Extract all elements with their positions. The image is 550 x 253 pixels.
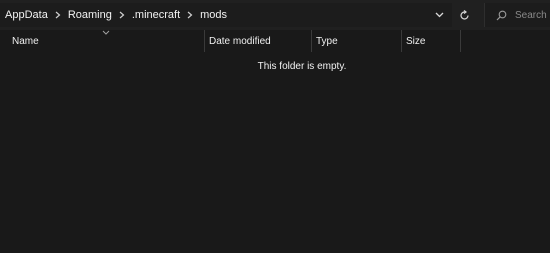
breadcrumb-minecraft[interactable]: .minecraft xyxy=(129,9,183,21)
breadcrumb-mods[interactable]: mods xyxy=(197,9,230,21)
column-header-name[interactable]: Name xyxy=(8,30,202,52)
column-header-size[interactable]: Size xyxy=(401,30,461,52)
chevron-right-icon[interactable] xyxy=(183,9,197,21)
search-input[interactable] xyxy=(515,9,550,21)
empty-folder-message: This folder is empty. xyxy=(257,61,347,72)
column-header-date-modified[interactable]: Date modified xyxy=(204,30,310,52)
column-header-type[interactable]: Type xyxy=(311,30,400,52)
address-dropdown-button[interactable] xyxy=(432,9,446,21)
chevron-right-icon[interactable] xyxy=(115,9,129,21)
chevron-down-icon xyxy=(435,12,443,18)
refresh-button[interactable] xyxy=(457,8,471,22)
address-bar[interactable]: AppData Roaming .minecraft mods xyxy=(0,3,452,27)
refresh-icon xyxy=(459,9,469,20)
file-explorer-window: AppData Roaming .minecraft mods Search m… xyxy=(0,0,550,253)
search-box[interactable] xyxy=(484,3,550,27)
breadcrumb-roaming[interactable]: Roaming xyxy=(65,9,115,21)
search-icon xyxy=(494,8,509,22)
column-header-row: Name Date modified Type Size xyxy=(0,30,550,52)
navigation-bar: AppData Roaming .minecraft mods xyxy=(0,0,550,30)
chevron-right-icon[interactable] xyxy=(51,9,65,21)
breadcrumb-appdata[interactable]: AppData xyxy=(0,9,51,21)
